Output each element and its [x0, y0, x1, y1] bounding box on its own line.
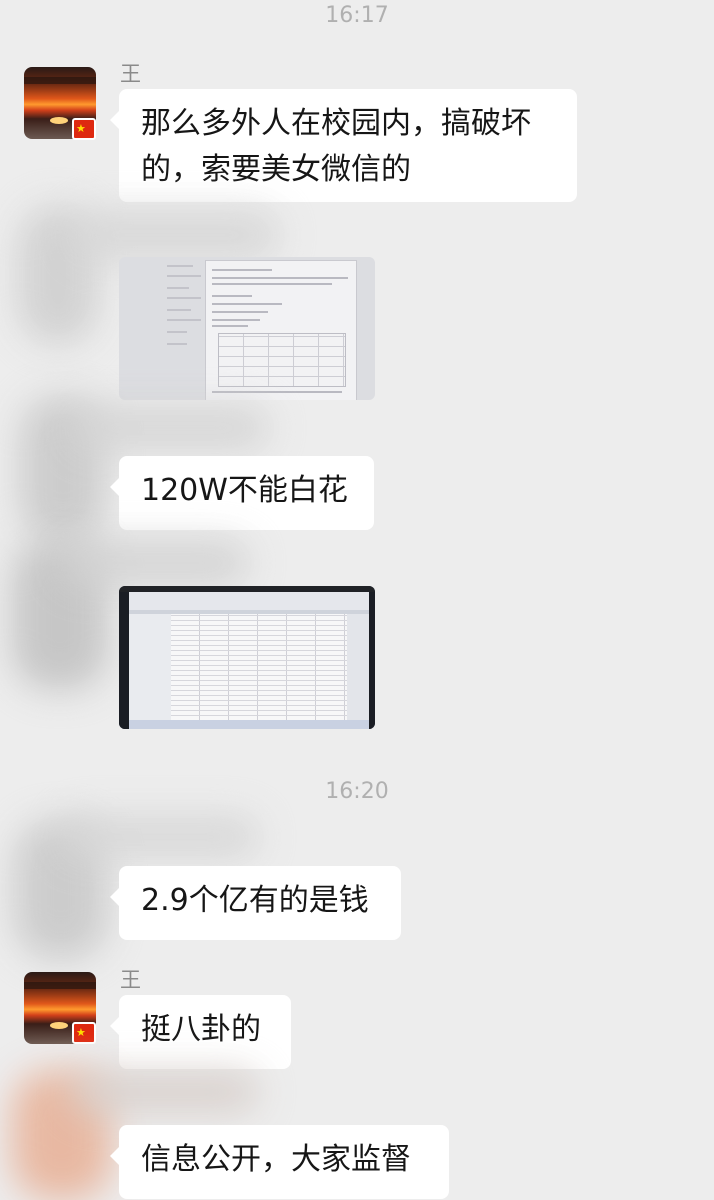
avatar-sun	[50, 117, 68, 124]
image-message[interactable]	[119, 257, 375, 400]
photo-table	[218, 333, 346, 387]
photo-toolbar	[129, 592, 369, 610]
china-flag-icon: ★	[72, 1022, 96, 1044]
photo-spreadsheet	[171, 614, 347, 720]
avatar-cloud	[24, 982, 96, 989]
message-bubble[interactable]: 120W不能白花	[110, 456, 374, 530]
sender-name: 王	[120, 968, 141, 992]
image-message[interactable]	[119, 586, 375, 729]
avatar-cloud	[24, 77, 96, 84]
redacted-name	[70, 1070, 260, 1114]
timestamp: 16:20	[325, 779, 389, 804]
monitor-edge	[119, 592, 129, 729]
timestamp: 16:17	[325, 3, 389, 28]
redacted-name	[60, 540, 250, 586]
redacted-name	[70, 405, 270, 451]
redacted-name	[60, 815, 260, 859]
message-bubble[interactable]: 挺八卦的	[110, 995, 291, 1069]
monitor-edge	[369, 592, 375, 729]
sender-name: 王	[120, 62, 141, 86]
photo-left-pane	[129, 614, 171, 720]
photo-right-pane	[347, 614, 369, 720]
message-bubble[interactable]: 那么多外人在校园内，搞破坏的，索要美女微信的	[110, 89, 577, 202]
china-flag-icon: ★	[72, 118, 96, 140]
photo-taskbar	[129, 720, 369, 729]
message-bubble[interactable]: 信息公开，大家监督	[110, 1125, 449, 1199]
photo-document	[205, 260, 357, 400]
avatar-sun	[50, 1022, 68, 1029]
message-bubble[interactable]: 2.9个亿有的是钱	[110, 866, 401, 940]
redacted-name	[70, 210, 280, 260]
